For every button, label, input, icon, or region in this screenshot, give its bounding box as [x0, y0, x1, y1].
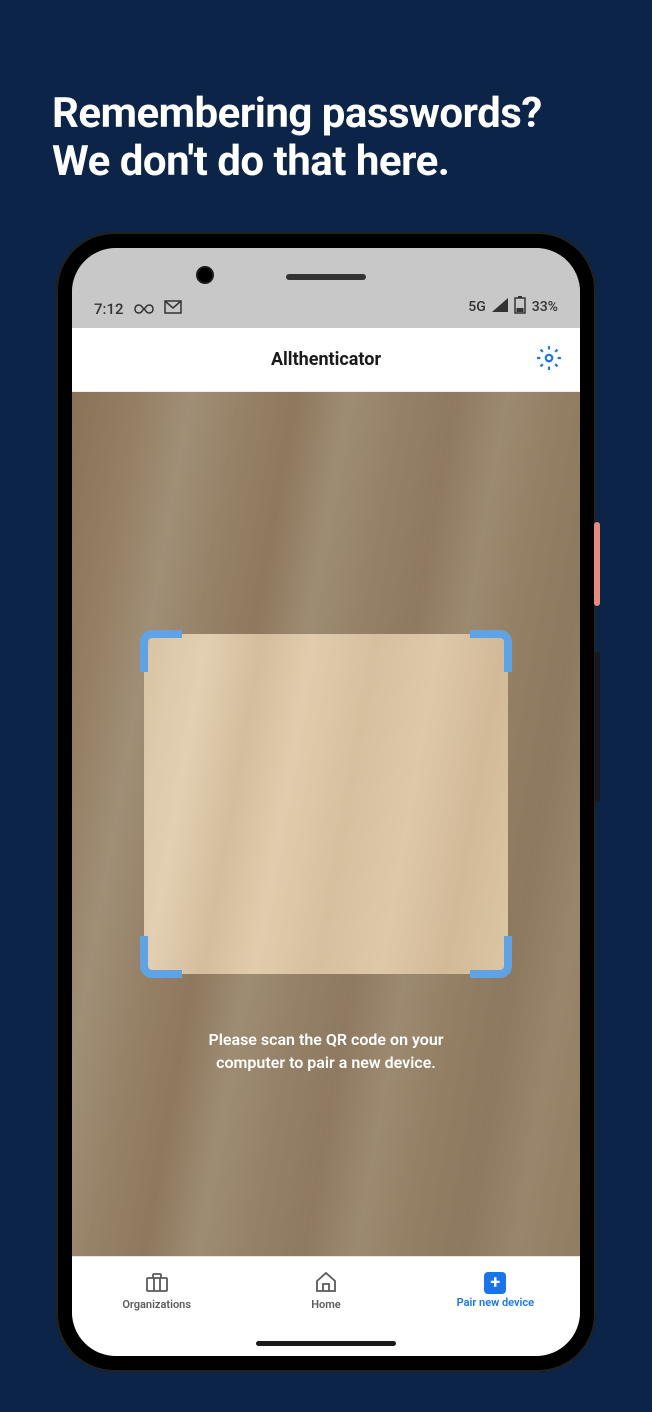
- phone-speaker: [286, 274, 366, 280]
- camera-viewport: Please scan the QR code on your computer…: [72, 392, 580, 1256]
- status-time: 7:12: [94, 300, 124, 318]
- frame-corner-bl: [140, 936, 182, 978]
- marketing-headline: Remembering passwords? We don't do that …: [0, 0, 652, 187]
- phone-power-button: [594, 522, 600, 606]
- headline-line-2: We don't do that here.: [52, 138, 600, 186]
- briefcase-icon: [145, 1271, 169, 1296]
- nav-home[interactable]: Home: [241, 1271, 410, 1311]
- plus-icon: +: [484, 1272, 506, 1294]
- bottom-nav: Organizations Home + Pair new: [72, 1256, 580, 1326]
- gesture-nav-bar[interactable]: [256, 1341, 396, 1346]
- home-icon: [314, 1271, 338, 1296]
- frame-corner-tr: [470, 630, 512, 672]
- settings-button[interactable]: [536, 345, 562, 375]
- nav-pair-new-device[interactable]: + Pair new device: [411, 1272, 580, 1309]
- phone-mockup: 7:12 5G: [56, 232, 596, 1372]
- signal-icon: [492, 298, 508, 316]
- app-top-bar: Allthenticator: [72, 328, 580, 392]
- headline-line-1: Remembering passwords?: [52, 90, 600, 138]
- app-title: Allthenticator: [271, 349, 381, 370]
- nav-organizations[interactable]: Organizations: [72, 1271, 241, 1311]
- status-network: 5G: [468, 299, 486, 315]
- nav-organizations-label: Organizations: [122, 1298, 191, 1311]
- frame-corner-tl: [140, 630, 182, 672]
- frame-corner-br: [470, 936, 512, 978]
- nav-home-label: Home: [311, 1298, 341, 1311]
- nav-pair-label: Pair new device: [457, 1296, 534, 1309]
- scan-instruction: Please scan the QR code on your computer…: [186, 1028, 466, 1074]
- qr-scan-frame: [144, 634, 508, 974]
- status-bar: 7:12 5G: [72, 248, 580, 328]
- status-battery: 33%: [532, 299, 558, 315]
- phone-front-camera: [198, 268, 212, 282]
- battery-icon: [514, 296, 526, 318]
- mail-icon: [164, 300, 182, 318]
- infinity-icon: [134, 300, 154, 318]
- phone-volume-button: [595, 652, 600, 802]
